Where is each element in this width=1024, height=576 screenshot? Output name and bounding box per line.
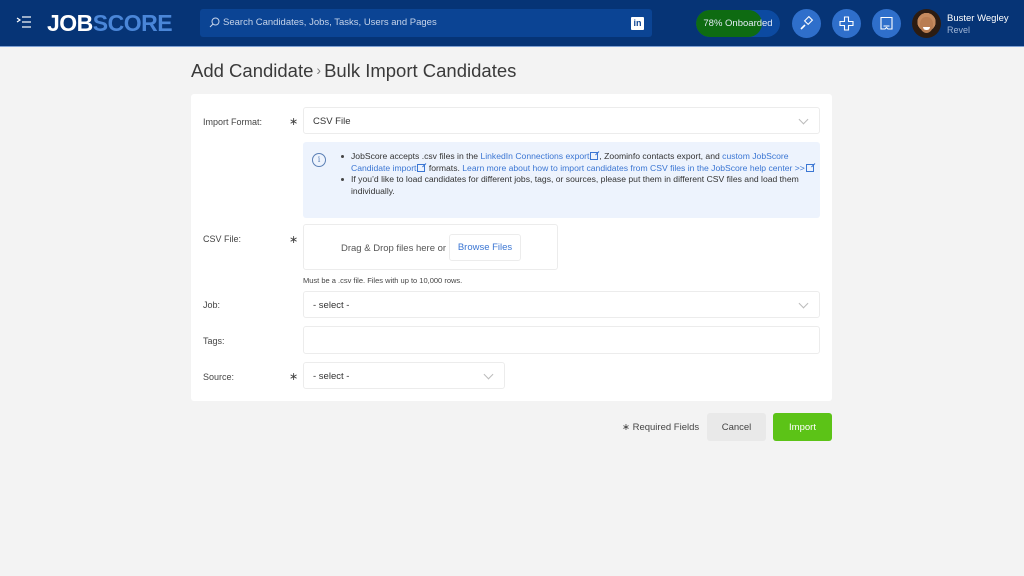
import-format-label: Import Format: — [203, 117, 263, 127]
linkedin-icon[interactable]: in — [631, 17, 644, 30]
plus-icon — [839, 16, 854, 31]
external-link-icon — [590, 152, 599, 160]
cancel-button[interactable]: Cancel — [707, 413, 766, 441]
csv-file-hint: Must be a .csv file. Files with up to 10… — [303, 276, 463, 285]
breadcrumb-current: Bulk Import Candidates — [324, 60, 517, 81]
jobscore-logo[interactable]: JOBSCORE — [47, 10, 173, 37]
customize-button[interactable] — [792, 9, 821, 38]
user-name[interactable]: Buster Wegley — [947, 13, 1009, 24]
csv-file-label: CSV File: — [203, 234, 242, 244]
breadcrumb-separator: › — [316, 62, 322, 78]
required-star: ∗ — [289, 234, 299, 246]
onboarding-progress[interactable]: 78% Onboarded — [696, 10, 780, 37]
required-star: ∗ — [289, 116, 299, 128]
tags-label: Tags: — [203, 336, 225, 346]
chevron-down-icon — [798, 114, 809, 125]
info-icon: i — [312, 153, 326, 167]
browse-files-button[interactable]: Browse Files — [449, 234, 521, 261]
search-icon — [209, 17, 220, 28]
paintbrush-icon — [800, 16, 814, 30]
linkedin-export-link[interactable]: LinkedIn Connections export — [480, 151, 589, 161]
onboarding-progress-label: 78% Onboarded — [703, 18, 773, 29]
import-format-value: CSV File — [313, 116, 351, 127]
dropzone-text: Drag & Drop files here or — [341, 243, 447, 254]
add-button[interactable] — [832, 9, 861, 38]
user-avatar[interactable] — [912, 9, 941, 38]
avatar-face — [920, 17, 933, 33]
help-center-link[interactable]: Learn more about how to import candidate… — [462, 163, 805, 173]
import-button[interactable]: Import — [773, 413, 832, 441]
logo-score-text: SCORE — [92, 10, 173, 36]
external-link-icon — [417, 163, 426, 172]
import-info-box: i JobScore accepts .csv files in the Lin… — [303, 142, 820, 218]
user-organization: Revel — [947, 25, 971, 35]
tags-input[interactable] — [303, 326, 820, 354]
menu-toggle-icon[interactable] — [16, 15, 32, 29]
import-format-select[interactable]: CSV File — [303, 107, 820, 134]
job-value: - select - — [313, 300, 350, 311]
info-list: JobScore accepts .csv files in the Linke… — [341, 151, 816, 197]
breadcrumb-parent[interactable]: Add Candidate — [191, 60, 313, 81]
info-bullet: If you’d like to load candidates for dif… — [341, 174, 816, 197]
breadcrumb: Add Candidate › Bulk Import Candidates — [191, 60, 516, 82]
source-value: - select - — [313, 371, 350, 382]
top-nav-bar: JOBSCORE Search Candidates, Jobs, Tasks,… — [0, 0, 1024, 47]
info-text: formats. — [426, 162, 463, 173]
job-label: Job: — [203, 300, 221, 310]
logo-job-text: JOB — [47, 10, 93, 36]
message-icon — [880, 16, 893, 30]
chevron-down-icon — [798, 298, 809, 309]
csv-dropzone[interactable]: Drag & Drop files here or Browse Files — [303, 224, 558, 270]
external-link-icon — [805, 163, 814, 172]
info-bullet: JobScore accepts .csv files in the Linke… — [341, 151, 816, 174]
job-select[interactable]: - select - — [303, 291, 820, 318]
required-fields-note: ∗ Required Fields — [622, 422, 700, 433]
global-search-input[interactable]: Search Candidates, Jobs, Tasks, Users an… — [200, 9, 652, 37]
info-text: JobScore accepts .csv files in the — [351, 151, 481, 161]
chevron-down-icon — [483, 369, 494, 380]
source-select[interactable]: - select - — [303, 362, 505, 389]
search-placeholder: Search Candidates, Jobs, Tasks, Users an… — [223, 17, 437, 28]
messages-button[interactable] — [872, 9, 901, 38]
info-text: , Zoominfo contacts export, and — [599, 151, 723, 161]
required-star: ∗ — [289, 371, 299, 383]
source-label: Source: — [203, 372, 235, 382]
